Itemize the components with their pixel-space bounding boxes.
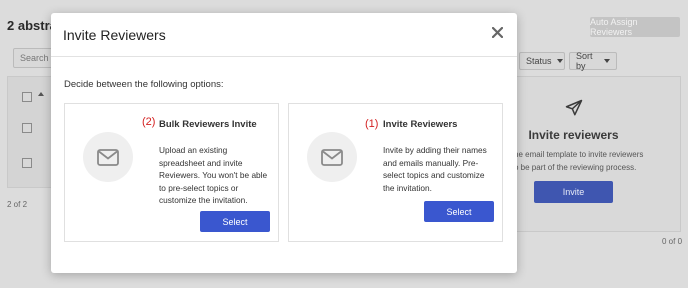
invite-reviewers-heading: Invite reviewers	[528, 128, 619, 142]
modal-intro-text: Decide between the following options:	[64, 79, 224, 90]
invite-reviewers-description: he email template to invite reviewers o …	[514, 150, 644, 172]
bulk-invite-option-card: (2) Bulk Reviewers Invite Upload an exis…	[64, 103, 279, 242]
envelope-icon-circle	[83, 132, 133, 182]
sort-by-label: Sort by	[576, 51, 593, 71]
row-checkbox[interactable]	[22, 158, 32, 168]
option-number: (2)	[142, 116, 156, 128]
paper-plane-icon	[565, 99, 583, 116]
sort-by-dropdown[interactable]: Sort by	[569, 51, 617, 71]
option-title: Bulk Reviewers Invite	[159, 119, 257, 130]
chevron-down-icon	[604, 59, 610, 63]
invite-reviewers-option-card: (1) Invite Reviewers Invite by adding th…	[288, 103, 503, 242]
option-description: Invite by adding their names and emails …	[383, 145, 487, 193]
bulk-invite-select-button[interactable]: Select	[200, 211, 270, 232]
invite-button[interactable]: Invite	[534, 181, 613, 203]
modal-header: Invite Reviewers	[51, 13, 517, 57]
invite-reviewers-select-button[interactable]: Select	[424, 201, 494, 222]
modal-title: Invite Reviewers	[63, 27, 166, 43]
auto-assign-reviewers-button[interactable]: Auto Assign Reviewers	[590, 17, 680, 37]
pagination-count: 0 of 0	[662, 237, 683, 246]
envelope-icon	[321, 148, 343, 166]
select-all-checkbox[interactable]	[22, 92, 32, 102]
chevron-down-icon	[556, 59, 563, 63]
option-title: Invite Reviewers	[383, 119, 458, 130]
option-description: Upload an existing spreadsheet and invit…	[159, 145, 268, 206]
option-number: (1)	[365, 118, 379, 130]
row-checkbox[interactable]	[22, 123, 32, 133]
pagination-count: 2 of 2	[7, 200, 28, 209]
status-label: Status	[526, 56, 552, 66]
invite-reviewers-modal: Invite Reviewers Decide between the foll…	[51, 13, 517, 273]
envelope-icon	[97, 148, 119, 166]
status-dropdown[interactable]: Status	[519, 52, 565, 70]
close-icon[interactable]	[489, 24, 505, 40]
envelope-icon-circle	[307, 132, 357, 182]
sort-up-icon[interactable]	[38, 92, 44, 96]
